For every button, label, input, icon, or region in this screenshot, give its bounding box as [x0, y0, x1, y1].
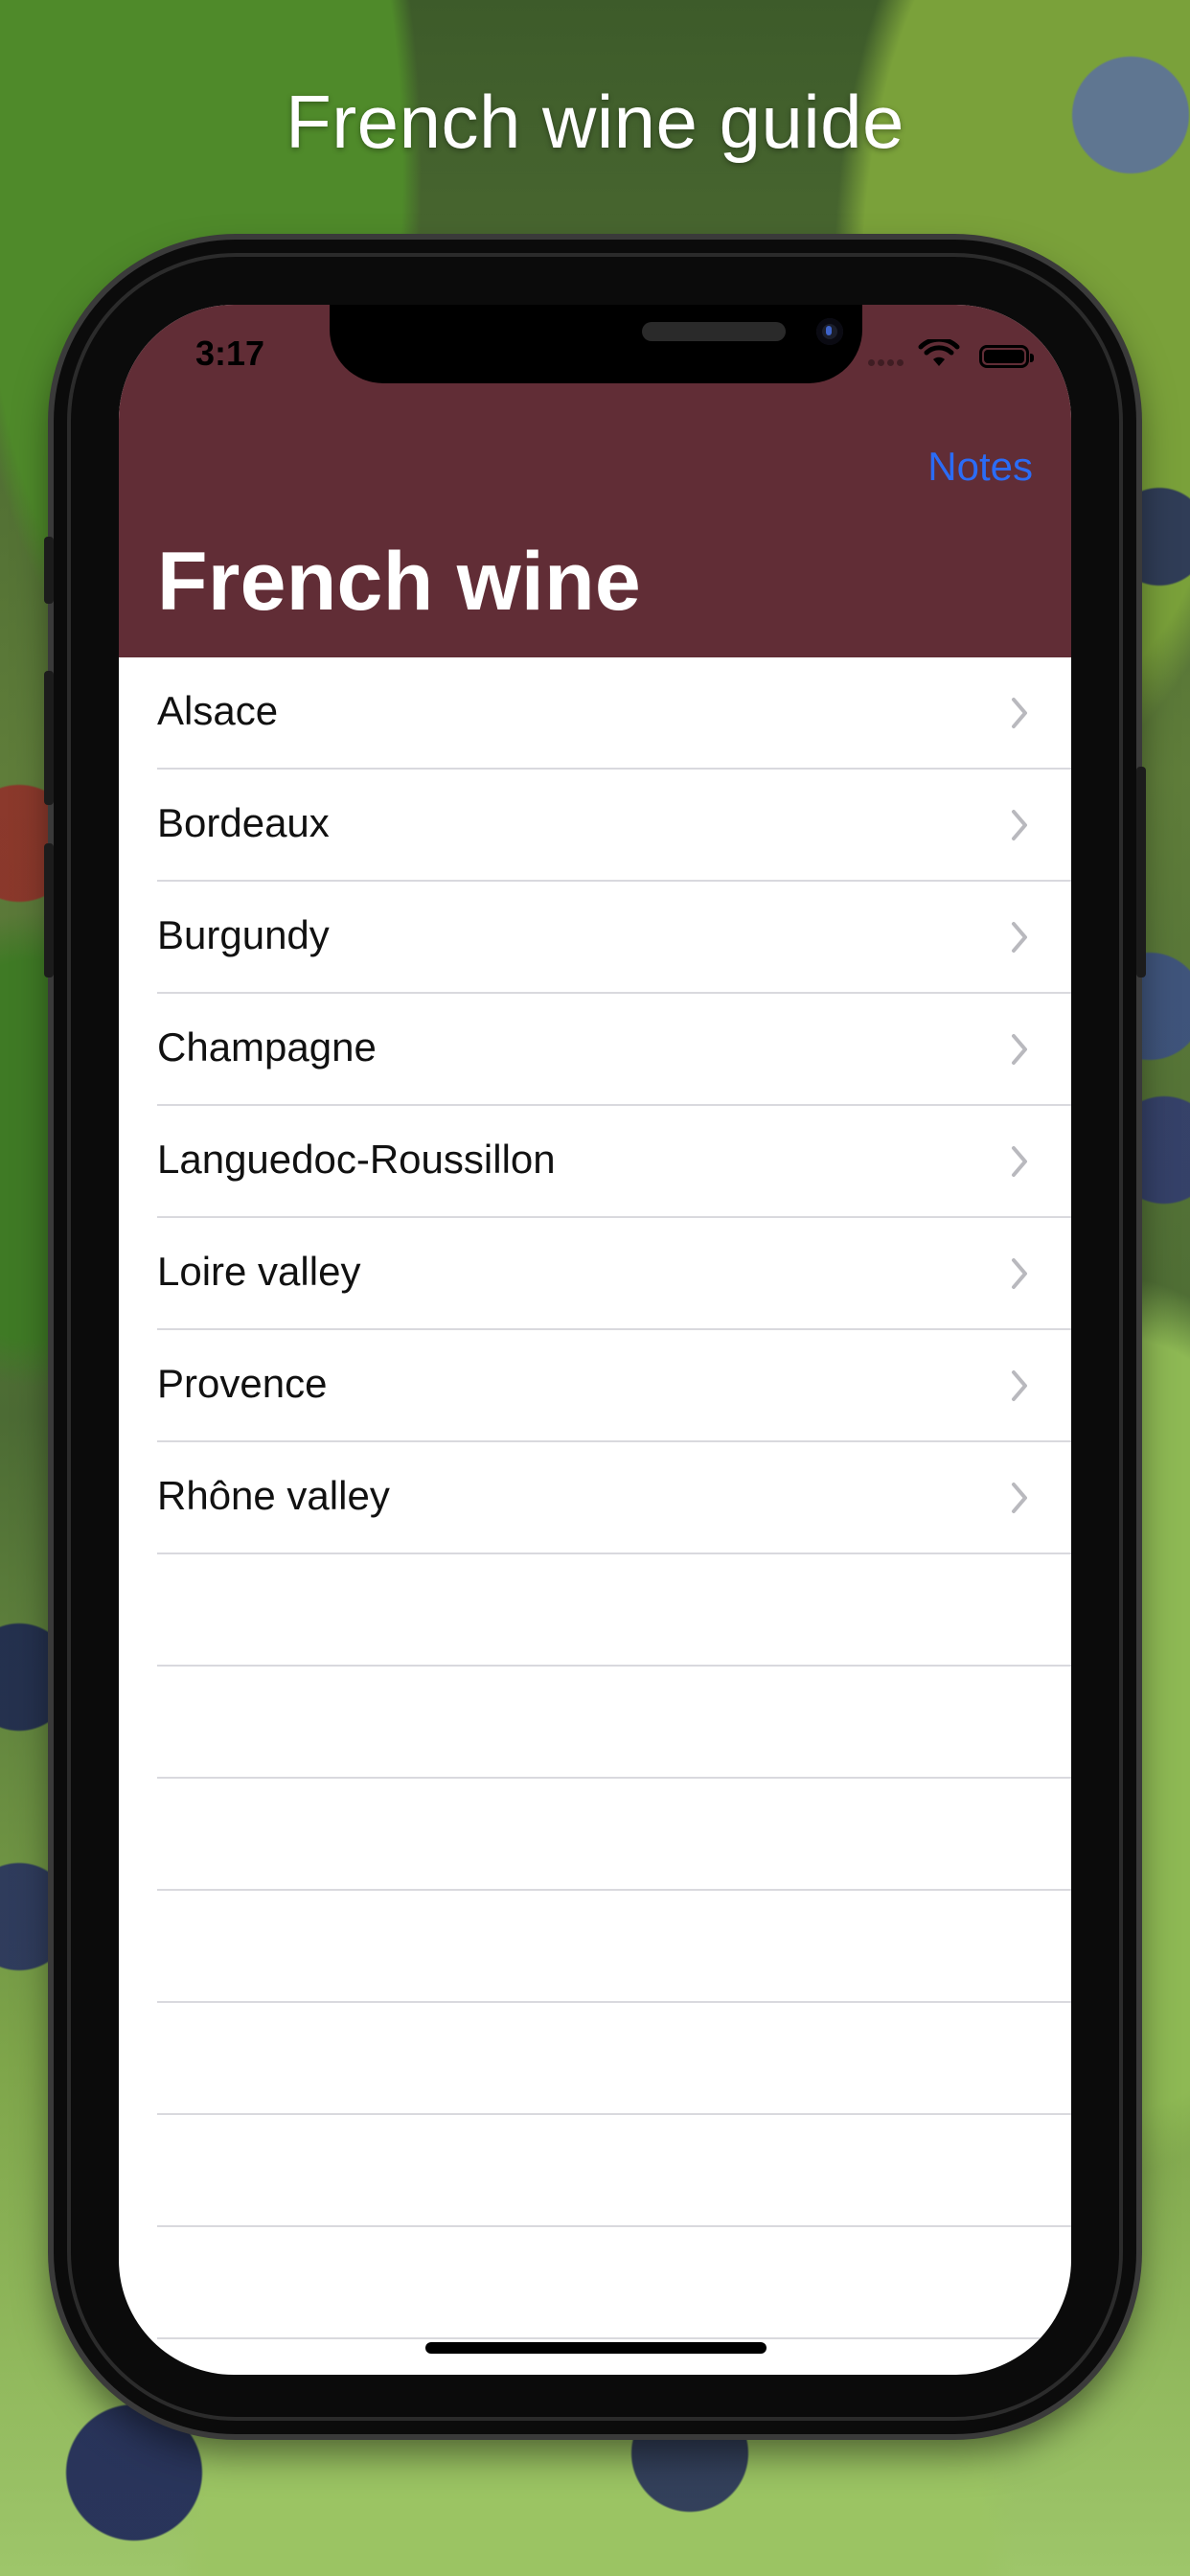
list-item-label: Burgundy	[157, 912, 330, 957]
status-time: 3:17	[195, 334, 265, 373]
empty-list-row	[119, 1779, 1071, 1891]
list-item-languedoc-roussillon[interactable]: Languedoc-Roussillon	[119, 1106, 1071, 1218]
wifi-icon	[918, 339, 960, 366]
phone-screen: 3:17 Notes French wine Alsace Bordeaux B…	[119, 305, 1071, 2375]
empty-list-row	[119, 2227, 1071, 2339]
list-item-label: Languedoc-Roussillon	[157, 1137, 556, 1182]
chevron-right-icon	[1012, 810, 1027, 840]
chevron-right-icon	[1012, 1034, 1027, 1065]
row-separator	[157, 2337, 1071, 2339]
phone-volume-up	[44, 671, 54, 805]
chevron-right-icon	[1012, 1146, 1027, 1177]
list-item-label: Bordeaux	[157, 800, 330, 845]
chevron-right-icon	[1012, 1258, 1027, 1289]
list-item-alsace[interactable]: Alsace	[119, 657, 1071, 770]
list-item-bordeaux[interactable]: Bordeaux	[119, 770, 1071, 882]
chevron-right-icon	[1012, 1370, 1027, 1401]
signal-icon	[868, 359, 906, 367]
empty-list-row	[119, 2003, 1071, 2115]
phone-volume-down	[44, 843, 54, 978]
empty-list-row	[119, 1667, 1071, 1779]
notes-button[interactable]: Notes	[927, 444, 1033, 490]
list-item-label: Rhône valley	[157, 1473, 390, 1518]
empty-list-row	[119, 1554, 1071, 1667]
list-item-label: Champagne	[157, 1024, 377, 1070]
list-item-rhone-valley[interactable]: Rhône valley	[119, 1442, 1071, 1554]
phone-power-button	[1136, 767, 1146, 978]
notch	[330, 305, 862, 383]
promo-title: French wine guide	[286, 80, 904, 164]
chevron-right-icon	[1012, 1483, 1027, 1513]
home-indicator[interactable]	[425, 2342, 767, 2354]
list-item-burgundy[interactable]: Burgundy	[119, 882, 1071, 994]
empty-list-row	[119, 1891, 1071, 2003]
list-item-label: Alsace	[157, 688, 279, 733]
regions-list: Alsace Bordeaux Burgundy Champagne Langu…	[119, 657, 1071, 2339]
list-item-champagne[interactable]: Champagne	[119, 994, 1071, 1106]
page-title: French wine	[157, 536, 642, 628]
speaker-grille	[642, 322, 786, 341]
list-item-provence[interactable]: Provence	[119, 1330, 1071, 1442]
chevron-right-icon	[1012, 922, 1027, 953]
list-item-loire-valley[interactable]: Loire valley	[119, 1218, 1071, 1330]
chevron-right-icon	[1012, 698, 1027, 728]
navigation-header: 3:17 Notes French wine	[119, 305, 1071, 657]
battery-icon	[979, 345, 1034, 368]
phone-mute-switch	[44, 537, 54, 604]
front-camera	[816, 318, 843, 345]
list-item-label: Loire valley	[157, 1249, 361, 1294]
list-item-label: Provence	[157, 1361, 328, 1406]
empty-list-row	[119, 2115, 1071, 2227]
